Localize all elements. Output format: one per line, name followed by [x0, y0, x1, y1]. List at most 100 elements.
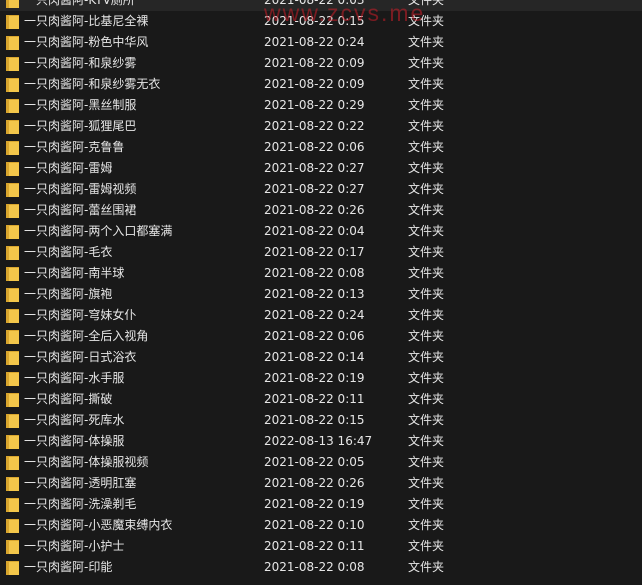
folder-row[interactable]: 一只肉酱阿-洗澡剃毛 2021-08-22 0:19 文件夹 — [0, 494, 642, 515]
folder-icon — [6, 162, 19, 176]
folder-row[interactable]: 一只肉酱阿-蕾丝围裙 2021-08-22 0:26 文件夹 — [0, 200, 642, 221]
folder-name: 一只肉酱阿-南半球 — [24, 266, 125, 280]
file-type: 文件夹 — [408, 161, 445, 175]
file-type: 文件夹 — [408, 224, 445, 238]
folder-icon — [6, 246, 19, 260]
folder-name: 一只肉酱阿-旗袍 — [24, 287, 113, 301]
modified-date: 2021-08-22 0:03 — [264, 0, 365, 7]
folder-row[interactable]: 一只肉酱阿-死库水 2021-08-22 0:15 文件夹 — [0, 410, 642, 431]
folder-row[interactable]: 一只肉酱阿-小护士 2021-08-22 0:11 文件夹 — [0, 536, 642, 557]
folder-name: 一只肉酱阿-狐狸尾巴 — [24, 119, 137, 133]
folder-icon — [6, 225, 19, 239]
folder-name: 一只肉酱阿-克鲁鲁 — [24, 140, 125, 154]
folder-icon — [6, 540, 19, 554]
folder-icon — [6, 519, 19, 533]
file-type: 文件夹 — [408, 413, 445, 427]
modified-date: 2021-08-22 0:14 — [264, 350, 365, 364]
folder-row[interactable]: 一只肉酱阿-和泉纱雾无衣 2021-08-22 0:09 文件夹 — [0, 74, 642, 95]
file-type: 文件夹 — [408, 14, 445, 28]
folder-icon — [6, 309, 19, 323]
modified-date: 2021-08-22 0:10 — [264, 518, 365, 532]
modified-date: 2021-08-22 0:19 — [264, 371, 365, 385]
folder-row[interactable]: 一只肉酱阿-狐狸尾巴 2021-08-22 0:22 文件夹 — [0, 116, 642, 137]
folder-row[interactable]: 一只肉酱阿-和泉纱雾 2021-08-22 0:09 文件夹 — [0, 53, 642, 74]
folder-name: 一只肉酱阿-和泉纱雾 — [24, 56, 137, 70]
folder-icon — [6, 57, 19, 71]
file-type: 文件夹 — [408, 371, 445, 385]
folder-row[interactable]: 一只肉酱阿-旗袍 2021-08-22 0:13 文件夹 — [0, 284, 642, 305]
file-type: 文件夹 — [408, 476, 445, 490]
folder-icon — [6, 330, 19, 344]
folder-icon — [6, 435, 19, 449]
folder-name: 一只肉酱阿-小恶魔束缚内衣 — [24, 518, 173, 532]
modified-date: 2021-08-22 0:08 — [264, 560, 365, 574]
folder-row[interactable]: 一只肉酱阿-黑丝制服 2021-08-22 0:29 文件夹 — [0, 95, 642, 116]
folder-icon — [6, 351, 19, 365]
folder-icon — [6, 393, 19, 407]
folder-row[interactable]: 一只肉酱阿-撕破 2021-08-22 0:11 文件夹 — [0, 389, 642, 410]
folder-row[interactable]: 一只肉酱阿-两个入口都塞满 2021-08-22 0:04 文件夹 — [0, 221, 642, 242]
modified-date: 2021-08-22 0:06 — [264, 140, 365, 154]
folder-row[interactable]: 一只肉酱阿-毛衣 2021-08-22 0:17 文件夹 — [0, 242, 642, 263]
file-type: 文件夹 — [408, 329, 445, 343]
folder-icon — [6, 78, 19, 92]
folder-name: 一只肉酱阿-穹妹女仆 — [24, 308, 137, 322]
file-list: 一只肉酱阿-KTV厕所 2021-08-22 0:03 文件夹 一只肉酱阿-比基尼全裸… — [0, 0, 642, 575]
modified-date: 2021-08-22 0:15 — [264, 14, 365, 28]
file-type: 文件夹 — [408, 35, 445, 49]
folder-row[interactable]: 一只肉酱阿-穹妹女仆 2021-08-22 0:24 文件夹 — [0, 305, 642, 326]
folder-icon — [6, 99, 19, 113]
file-type: 文件夹 — [408, 560, 445, 574]
modified-date: 2021-08-22 0:09 — [264, 77, 365, 91]
modified-date: 2021-08-22 0:15 — [264, 413, 365, 427]
folder-name: 一只肉酱阿-KTV厕所 — [24, 0, 135, 7]
folder-row[interactable]: 一只肉酱阿-KTV厕所 2021-08-22 0:03 文件夹 — [0, 0, 642, 11]
folder-row[interactable]: 一只肉酱阿-克鲁鲁 2021-08-22 0:06 文件夹 — [0, 137, 642, 158]
folder-row[interactable]: 一只肉酱阿-小恶魔束缚内衣 2021-08-22 0:10 文件夹 — [0, 515, 642, 536]
modified-date: 2021-08-22 0:26 — [264, 203, 365, 217]
folder-name: 一只肉酱阿-体操服视频 — [24, 455, 149, 469]
folder-row[interactable]: 一只肉酱阿-水手服 2021-08-22 0:19 文件夹 — [0, 368, 642, 389]
modified-date: 2021-08-22 0:04 — [264, 224, 365, 238]
folder-name: 一只肉酱阿-小护士 — [24, 539, 125, 553]
file-type: 文件夹 — [408, 182, 445, 196]
file-type: 文件夹 — [408, 287, 445, 301]
folder-row[interactable]: 一只肉酱阿-体操服视频 2021-08-22 0:05 文件夹 — [0, 452, 642, 473]
folder-icon — [6, 36, 19, 50]
folder-name: 一只肉酱阿-死库水 — [24, 413, 125, 427]
folder-row[interactable]: 一只肉酱阿-南半球 2021-08-22 0:08 文件夹 — [0, 263, 642, 284]
folder-icon — [6, 204, 19, 218]
file-type: 文件夹 — [408, 518, 445, 532]
folder-name: 一只肉酱阿-洗澡剃毛 — [24, 497, 137, 511]
folder-row[interactable]: 一只肉酱阿-日式浴衣 2021-08-22 0:14 文件夹 — [0, 347, 642, 368]
folder-row[interactable]: 一只肉酱阿-比基尼全裸 2021-08-22 0:15 文件夹 — [0, 11, 642, 32]
file-type: 文件夹 — [408, 0, 445, 7]
modified-date: 2021-08-22 0:26 — [264, 476, 365, 490]
modified-date: 2021-08-22 0:27 — [264, 182, 365, 196]
folder-icon — [6, 0, 19, 8]
folder-name: 一只肉酱阿-雷姆视频 — [24, 182, 137, 196]
folder-row[interactable]: 一只肉酱阿-全后入视角 2021-08-22 0:06 文件夹 — [0, 326, 642, 347]
folder-name: 一只肉酱阿-蕾丝围裙 — [24, 203, 137, 217]
file-type: 文件夹 — [408, 539, 445, 553]
folder-name: 一只肉酱阿-水手服 — [24, 371, 125, 385]
folder-name: 一只肉酱阿-日式浴衣 — [24, 350, 137, 364]
file-type: 文件夹 — [408, 497, 445, 511]
file-type: 文件夹 — [408, 392, 445, 406]
folder-icon — [6, 15, 19, 29]
folder-icon — [6, 456, 19, 470]
file-type: 文件夹 — [408, 434, 445, 448]
folder-row[interactable]: 一只肉酱阿-透明肛塞 2021-08-22 0:26 文件夹 — [0, 473, 642, 494]
folder-name: 一只肉酱阿-黑丝制服 — [24, 98, 137, 112]
folder-row[interactable]: 一只肉酱阿-粉色中华风 2021-08-22 0:24 文件夹 — [0, 32, 642, 53]
folder-name: 一只肉酱阿-两个入口都塞满 — [24, 224, 173, 238]
folder-row[interactable]: 一只肉酱阿-印能 2021-08-22 0:08 文件夹 — [0, 557, 642, 578]
folder-name: 一只肉酱阿-全后入视角 — [24, 329, 149, 343]
folder-row[interactable]: 一只肉酱阿-体操服 2022-08-13 16:47 文件夹 — [0, 431, 642, 452]
folder-icon — [6, 372, 19, 386]
folder-row[interactable]: 一只肉酱阿-雷姆 2021-08-22 0:27 文件夹 — [0, 158, 642, 179]
folder-row[interactable]: 一只肉酱阿-雷姆视频 2021-08-22 0:27 文件夹 — [0, 179, 642, 200]
modified-date: 2021-08-22 0:27 — [264, 161, 365, 175]
folder-icon — [6, 414, 19, 428]
modified-date: 2021-08-22 0:22 — [264, 119, 365, 133]
